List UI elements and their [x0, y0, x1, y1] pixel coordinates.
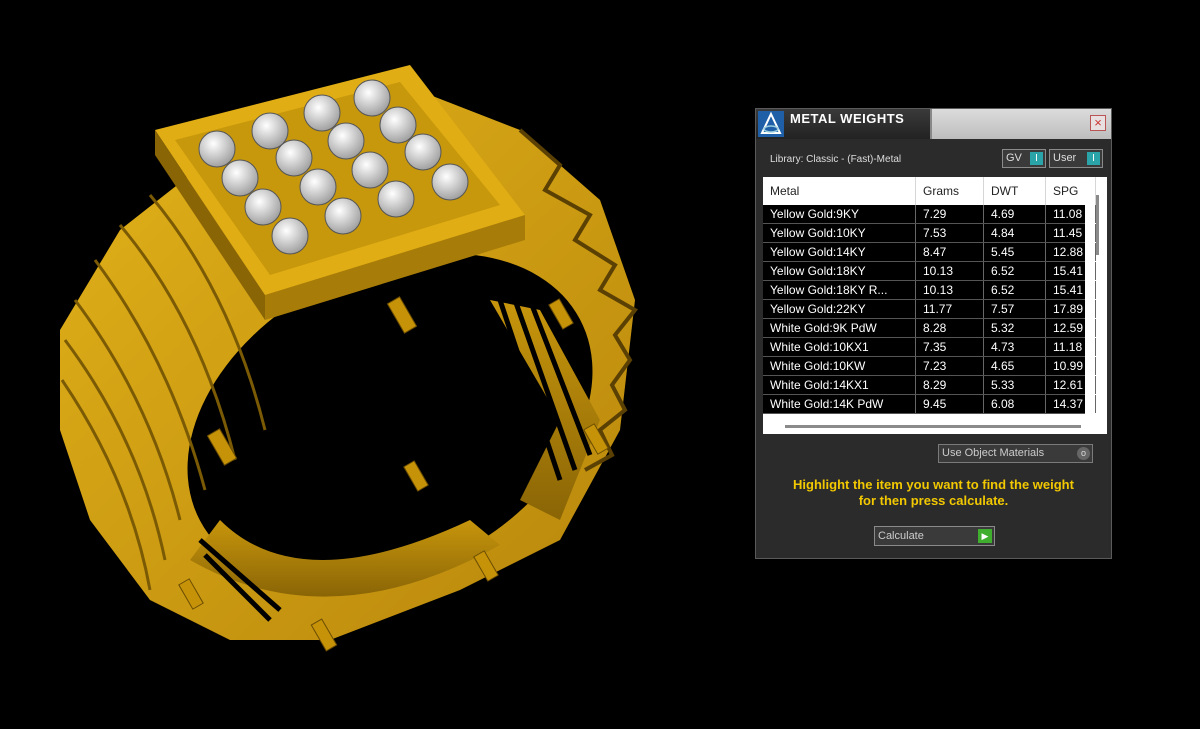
cell-grams: 11.77	[916, 300, 984, 318]
table-row[interactable]: Yellow Gold:9KY 7.29 4.69 11.08	[763, 205, 1096, 224]
cell-grams: 10.13	[916, 281, 984, 299]
cell-metal: Yellow Gold:10KY	[763, 224, 916, 242]
vertical-scrollbar[interactable]	[1096, 195, 1099, 255]
table-row[interactable]: Yellow Gold:22KY 11.77 7.57 17.89	[763, 300, 1096, 319]
cell-metal: Yellow Gold:9KY	[763, 205, 916, 223]
cell-spg: 15.41	[1046, 262, 1096, 280]
table-row[interactable]: White Gold:10KW 7.23 4.65 10.99	[763, 357, 1096, 376]
table-row[interactable]: Yellow Gold:10KY 7.53 4.84 11.45	[763, 224, 1096, 243]
cell-grams: 7.53	[916, 224, 984, 242]
user-indicator-icon: I	[1087, 152, 1100, 165]
cell-dwt: 5.45	[984, 243, 1046, 261]
cell-grams: 8.47	[916, 243, 984, 261]
user-label: User	[1053, 152, 1077, 164]
table-row[interactable]: White Gold:9K PdW 8.28 5.32 12.59	[763, 319, 1096, 338]
cell-metal: White Gold:14KX1	[763, 376, 916, 394]
cell-dwt: 6.08	[984, 395, 1046, 413]
cell-metal: Yellow Gold:14KY	[763, 243, 916, 261]
use-object-materials-dropdown[interactable]: Use Object Materials o	[938, 444, 1093, 463]
cell-dwt: 5.33	[984, 376, 1046, 394]
cell-grams: 8.29	[916, 376, 984, 394]
panel-titlebar[interactable]: METAL WEIGHTS ×	[756, 109, 1111, 139]
cell-metal: White Gold:10KX1	[763, 338, 916, 356]
calculate-button[interactable]: Calculate ▶	[874, 526, 995, 546]
user-toggle[interactable]: User I	[1049, 149, 1103, 168]
cell-spg: 11.08	[1046, 205, 1096, 223]
horizontal-scrollbar[interactable]	[785, 425, 1081, 428]
cell-grams: 7.35	[916, 338, 984, 356]
table-row[interactable]: White Gold:14KX1 8.29 5.33 12.61	[763, 376, 1096, 395]
option-circle-icon: o	[1077, 447, 1090, 460]
close-button[interactable]: ×	[1090, 115, 1106, 131]
cell-metal: White Gold:14K PdW	[763, 395, 916, 413]
table-row[interactable]: Yellow Gold:18KY R... 10.13 6.52 15.41	[763, 281, 1096, 300]
metal-weights-panel: METAL WEIGHTS × Library: Classic - (Fast…	[755, 108, 1112, 559]
panel-title: METAL WEIGHTS	[790, 111, 905, 126]
gv-toggle[interactable]: GV I	[1002, 149, 1046, 168]
cell-spg: 11.45	[1046, 224, 1096, 242]
cell-grams: 7.23	[916, 357, 984, 375]
cell-metal: White Gold:9K PdW	[763, 319, 916, 337]
library-label: Library: Classic - (Fast)-Metal	[770, 154, 902, 165]
app-logo-icon	[758, 111, 784, 137]
cell-grams: 7.29	[916, 205, 984, 223]
cell-spg: 14.37	[1046, 395, 1096, 413]
cell-dwt: 5.32	[984, 319, 1046, 337]
play-arrow-icon: ▶	[978, 529, 992, 543]
panel-title-tab: METAL WEIGHTS	[756, 109, 932, 139]
table-body: Yellow Gold:9KY 7.29 4.69 11.08 Yellow Gold:…	[763, 205, 1096, 414]
gv-indicator-icon: I	[1030, 152, 1043, 165]
cell-dwt: 4.84	[984, 224, 1046, 242]
metal-table[interactable]: Metal Grams DWT SPG Yellow Gold:9KY 7.29 4…	[763, 177, 1107, 434]
cell-spg: 12.88	[1046, 243, 1096, 261]
cell-spg: 12.59	[1046, 319, 1096, 337]
cell-dwt: 4.65	[984, 357, 1046, 375]
cell-dwt: 4.73	[984, 338, 1046, 356]
instruction-text: Highlight the item you want to find the …	[756, 477, 1111, 509]
column-header-spg[interactable]: SPG	[1046, 177, 1096, 205]
table-row[interactable]: Yellow Gold:14KY 8.47 5.45 12.88	[763, 243, 1096, 262]
cell-metal: Yellow Gold:22KY	[763, 300, 916, 318]
cell-spg: 15.41	[1046, 281, 1096, 299]
table-header: Metal Grams DWT SPG	[763, 177, 1107, 205]
cell-metal: White Gold:10KW	[763, 357, 916, 375]
calculate-label: Calculate	[878, 530, 924, 542]
cell-spg: 10.99	[1046, 357, 1096, 375]
column-header-dwt[interactable]: DWT	[984, 177, 1046, 205]
cell-spg: 17.89	[1046, 300, 1096, 318]
table-row[interactable]: White Gold:14K PdW 9.45 6.08 14.37	[763, 395, 1096, 414]
instruction-line-1: Highlight the item you want to find the …	[793, 477, 1074, 492]
column-header-metal[interactable]: Metal	[763, 177, 916, 205]
table-row[interactable]: Yellow Gold:18KY 10.13 6.52 15.41	[763, 262, 1096, 281]
cell-spg: 11.18	[1046, 338, 1096, 356]
gv-label: GV	[1006, 152, 1022, 164]
cell-metal: Yellow Gold:18KY R...	[763, 281, 916, 299]
cell-grams: 9.45	[916, 395, 984, 413]
cell-dwt: 6.52	[984, 281, 1046, 299]
cell-spg: 12.61	[1046, 376, 1096, 394]
cell-metal: Yellow Gold:18KY	[763, 262, 916, 280]
cell-grams: 10.13	[916, 262, 984, 280]
cell-dwt: 4.69	[984, 205, 1046, 223]
column-header-grams[interactable]: Grams	[916, 177, 984, 205]
cell-grams: 8.28	[916, 319, 984, 337]
table-row[interactable]: White Gold:10KX1 7.35 4.73 11.18	[763, 338, 1096, 357]
use-object-materials-label: Use Object Materials	[942, 447, 1045, 459]
cell-dwt: 6.52	[984, 262, 1046, 280]
cell-dwt: 7.57	[984, 300, 1046, 318]
instruction-line-2: for then press calculate.	[858, 493, 1009, 508]
